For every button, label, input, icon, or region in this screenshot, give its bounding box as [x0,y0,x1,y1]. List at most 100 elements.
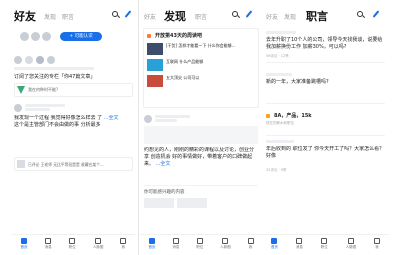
tab-home[interactable]: 首页 [148,235,155,255]
question-text: 去年升职了10个人的公司，领导今天找我谈，说要给我加薪换份工作 加薪30%，可以… [266,37,383,50]
tab-me[interactable]: 我 [120,235,127,255]
divider [266,103,385,104]
tab-messages[interactable]: 消息 [45,235,52,255]
divider [138,0,139,255]
linked-article-card[interactable]: 已评论 王老师 无比平等但是是 收藏在某个... [14,157,133,171]
tab-label: 首页 [20,245,28,249]
rank-item-title: 互联网 什么产品能够 [166,59,204,64]
text-line [14,67,94,70]
compose-icon[interactable] [372,10,380,18]
question-card[interactable]: 去年升职了10个人的公司，领导今天找我谈，说要给我加薪换份工作 加薪30%，可以… [262,31,389,63]
thumbnail [147,43,163,55]
people-icon [222,238,229,244]
compose-icon[interactable] [124,10,132,18]
tab-label: 人脉圈 [345,245,357,249]
feed-item[interactable]: 约想见的人，刚刚的精彩的课程以及讨论，创业分享 创造机会 好的事情做好，带着客户… [140,114,262,208]
tab-jobs[interactable]: 职位 [196,235,203,255]
divider [266,135,385,136]
rank-item[interactable]: 五大顶尖 公司可以 [147,75,255,87]
tab-label: 消息 [172,245,180,249]
tab-label: 职位 [68,245,76,249]
top-nav: 好友 发现 职言 [262,0,389,28]
thumbnail [177,198,207,208]
tab-messages[interactable]: 消息 [296,235,303,255]
tab-discover[interactable]: 发现 [44,12,56,21]
rank-item[interactable]: [干货] 怎样才能看一下 什么你会能够... [147,43,255,55]
full-text-link[interactable]: ...全文 [156,161,171,167]
tab-friends[interactable]: 好友 [144,12,156,21]
logo-icon [17,86,25,94]
tab-jobs[interactable]: 职位 [69,235,76,255]
author-line [266,73,292,76]
hashtag-icon [266,113,270,118]
screen-workplace: 好友 发现 职言 去年升职了10个人的公司，领导今天找我谈，说要给我加薪换份工作… [262,0,389,255]
avatar [25,56,33,64]
avatar [14,103,22,112]
author-line [266,31,296,34]
add-friends-button[interactable]: + 可能认识 [60,32,102,41]
author-title [25,108,50,111]
post-body: 我发现一个过程 我觉得好像怎么样去 了 ...全文 这个是主管部门不会由做的事 … [14,115,133,157]
tab-label: 消息 [44,245,52,249]
top-nav: 好友 发现 职言 [12,0,135,28]
user-icon [247,238,254,244]
tab-friends[interactable]: 好友 [14,8,36,24]
screen-discover: 好友 发现 职言 开放第43天的周读吧 [干货] 怎样才能看一下 什么你会能够.… [140,0,262,255]
tab-home[interactable]: 首页 [21,235,28,255]
avatar [144,114,152,123]
thumbnail [17,160,25,168]
tab-workplace[interactable]: 职言 [195,12,207,21]
tab-jobs[interactable]: 职位 [321,235,328,255]
tab-label: 职位 [320,245,328,249]
tab-messages[interactable]: 消息 [172,235,179,255]
tab-network[interactable]: 人脉圈 [345,235,357,255]
tab-workplace[interactable]: 职言 [306,8,328,24]
tab-label: 首页 [270,245,278,249]
top-nav: 好友 发现 职言 [140,0,262,28]
avatar [36,56,44,64]
tab-discover[interactable]: 发现 [164,8,186,24]
tab-label: 消息 [295,245,303,249]
hashtag-title: 8A，产品，15k [274,113,312,119]
tab-home[interactable]: 首页 [271,235,278,255]
people-icon [95,238,102,244]
compose-icon[interactable] [245,10,253,18]
tab-label: 首页 [148,245,156,249]
hashtag-card[interactable]: 8A，产品，15k 现在的薪水和职位 [262,112,389,136]
search-icon[interactable] [357,11,363,17]
section-title: 你可能感兴趣的内容 [144,190,185,195]
tab-label: 人脉圈 [92,245,104,249]
author-name [155,115,190,118]
search-icon[interactable] [112,11,118,17]
hot-icon [147,33,151,38]
home-icon [148,238,155,244]
weekly-reading-card[interactable]: 开放第43天的周读吧 [干货] 怎样才能看一下 什么你会能够... 互联网 什么… [143,28,259,108]
tab-me[interactable]: 我 [247,235,254,255]
full-text-link[interactable]: ...全文 [104,115,119,121]
user-icon [120,238,127,244]
post-text: 我发现一个过程 我觉得好像怎么样去 了 [14,115,103,121]
chat-icon [296,238,303,244]
question-stats: 32评论 · 9赞 [266,168,287,172]
question-card[interactable]: 新的一年，大家准备跳槽吗? [262,73,389,104]
search-icon[interactable] [232,11,238,17]
chat-icon [45,238,52,244]
tab-me[interactable]: 我 [374,235,380,255]
avatar [20,32,29,41]
people-icon [347,238,354,244]
card-title: 我在何种时不能? [28,87,59,92]
rank-item[interactable]: 互联网 什么产品能够 [147,59,255,71]
tab-label: 我 [375,245,379,249]
tab-workplace[interactable]: 职言 [62,12,74,21]
feed-item[interactable]: 我发现一个过程 我觉得好像怎么样去 了 ...全文 这个是主管部门不会由做的事 … [12,103,135,171]
tab-discover[interactable]: 发现 [284,12,296,21]
author-title [155,119,177,122]
feed-item[interactable]: 订阅了您关注的专栏「你47篇文章」 我在何种时不能? [12,56,135,97]
tab-friends[interactable]: 好友 [266,12,278,21]
question-card[interactable]: 年后收到的 职位发了 你今天开工了吗？大家怎么看？好像 32评论 · 9赞 [262,140,389,173]
job-icon [69,238,76,244]
job-icon [196,238,203,244]
linked-question-card[interactable]: 我在何种时不能? [14,83,133,97]
tab-network[interactable]: 人脉圈 [92,235,104,255]
tab-network[interactable]: 人脉圈 [220,235,231,255]
